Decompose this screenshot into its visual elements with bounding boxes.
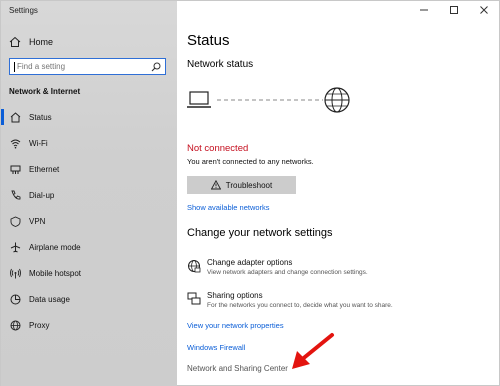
sidebar-item-label: Dial-up [29, 190, 55, 200]
search-box[interactable] [9, 58, 166, 75]
sidebar-item-label: Ethernet [29, 164, 60, 174]
change-settings-heading: Change your network settings [187, 227, 333, 239]
network-status-heading: Network status [187, 59, 254, 70]
laptop-icon [187, 91, 211, 108]
option-title: Change adapter options [207, 258, 293, 267]
sidebar-item-airplane-mode[interactable]: Airplane mode [1, 234, 177, 260]
troubleshoot-button[interactable]: Troubleshoot [187, 176, 296, 194]
view-network-properties-link[interactable]: View your network properties [187, 321, 284, 330]
sidebar-item-wifi[interactable]: Wi-Fi [1, 130, 177, 156]
globe-icon [10, 320, 21, 331]
home-globe-icon [10, 111, 21, 123]
network-sharing-center-link[interactable]: Network and Sharing Center [187, 364, 288, 373]
sidebar-item-dialup[interactable]: Dial-up [1, 182, 177, 208]
sidebar-item-label: Wi-Fi [29, 138, 48, 148]
sidebar-item-label: Proxy [29, 320, 50, 330]
settings-window: Settings Home Network & Internet Status [0, 0, 500, 386]
wifi-icon [10, 138, 21, 149]
main-content: Status Network status Not connected You … [177, 1, 500, 386]
data-usage-icon [10, 294, 21, 305]
section-title: Network & Internet [9, 87, 81, 96]
sidebar-item-label: Data usage [29, 294, 70, 304]
sidebar-item-ethernet[interactable]: Ethernet [1, 156, 177, 182]
sharing-options[interactable]: Sharing options For the networks you con… [187, 291, 393, 309]
sidebar-item-label: Airplane mode [29, 242, 81, 252]
sidebar-item-mobile-hotspot[interactable]: Mobile hotspot [1, 260, 177, 286]
app-title: Settings [9, 6, 38, 15]
connection-state: Not connected [187, 143, 249, 154]
change-adapter-options[interactable]: Change adapter options View network adap… [187, 258, 368, 276]
internet-globe-icon [324, 87, 350, 113]
airplane-icon [10, 242, 21, 253]
home-icon [9, 36, 21, 47]
dialup-icon [10, 190, 21, 201]
annotation-arrow-icon [292, 333, 334, 369]
troubleshoot-label: Troubleshoot [225, 180, 273, 190]
hotspot-icon [10, 268, 21, 279]
search-input[interactable] [15, 62, 145, 71]
sidebar-home[interactable]: Home [9, 34, 53, 50]
ethernet-icon [10, 164, 21, 175]
option-subtitle: View network adapters and change connect… [207, 269, 368, 276]
sidebar-item-data-usage[interactable]: Data usage [1, 286, 177, 312]
sidebar-nav: Status Wi-Fi Ethernet Dial-up VPN Airpla… [1, 104, 177, 338]
sidebar-item-vpn[interactable]: VPN [1, 208, 177, 234]
option-title: Sharing options [207, 291, 263, 300]
sidebar: Settings Home Network & Internet Status [1, 1, 177, 386]
adapter-icon [188, 260, 201, 273]
sidebar-item-label: Status [29, 112, 52, 122]
network-diagram [187, 87, 350, 113]
sidebar-item-proxy[interactable]: Proxy [1, 312, 177, 338]
show-available-networks-link[interactable]: Show available networks [187, 203, 270, 212]
connection-description: You aren't connected to any networks. [187, 157, 314, 166]
sidebar-item-status[interactable]: Status [1, 104, 177, 130]
page-title: Status [187, 32, 230, 49]
windows-firewall-link[interactable]: Windows Firewall [187, 343, 245, 352]
home-label: Home [29, 37, 54, 47]
warning-icon [210, 180, 221, 190]
option-subtitle: For the networks you connect to, decide … [207, 302, 393, 309]
sharing-icon [187, 292, 201, 305]
search-icon[interactable] [151, 62, 161, 72]
sidebar-item-label: Mobile hotspot [29, 268, 82, 278]
sidebar-item-label: VPN [29, 216, 46, 226]
vpn-icon [10, 216, 21, 227]
